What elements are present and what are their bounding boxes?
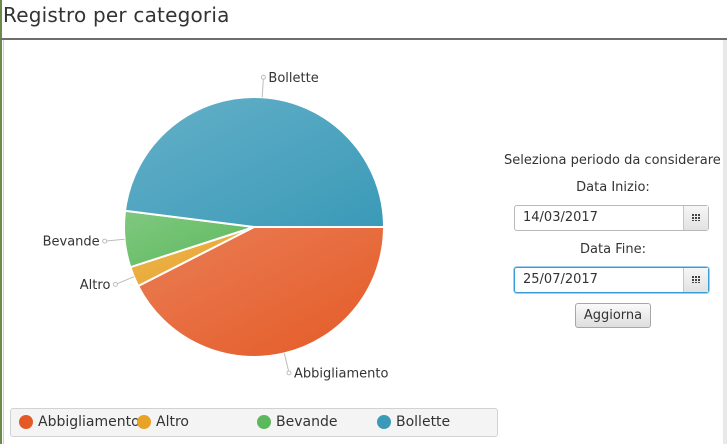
legend-item-altro: Altro [137,414,189,430]
pie-label-bollette: Bollette [268,71,318,86]
end-date-label: Data Fine: [580,242,646,257]
legend-item-bollette: Bollette [377,414,450,430]
legend-swatch-bevande [257,415,271,429]
pie-leader-line-bollette [261,77,264,98]
start-date-calendar-button[interactable] [683,206,708,230]
pie-slice-bollette [123,96,386,228]
pie-label-bevande: Bevande [43,235,100,250]
end-date-picker[interactable] [514,267,709,293]
calendar-icon [691,276,701,284]
pie-leader-line-abbigliamento [283,353,290,373]
pie-leader-line-altro [115,276,135,285]
legend-label-altro: Altro [156,414,189,430]
legend-swatch-bollette [377,415,391,429]
update-button[interactable]: Aggiorna [575,303,651,328]
legend-item-bevande: Bevande [257,414,337,430]
period-heading: Seleziona periodo da considerare [504,153,721,168]
legend-item-abbigliamento: Abbigliamento [19,414,140,430]
legend-swatch-abbigliamento [19,415,33,429]
pie-leader-dot-abbigliamento [286,370,292,376]
legend-label-abbigliamento: Abbigliamento [38,414,140,430]
pie-leader-dot-altro [112,281,118,287]
pie-label-abbigliamento: Abbigliamento [294,366,388,381]
start-date-input[interactable] [515,206,685,230]
start-date-picker[interactable] [514,205,709,231]
pie-leader-line-bevande [104,238,125,242]
legend-label-bollette: Bollette [396,414,451,430]
pie-label-altro: Altro [80,278,111,293]
calendar-icon [691,214,701,222]
legend-swatch-altro [137,415,151,429]
start-date-label: Data Inizio: [576,180,650,195]
pie-leader-dot-bevande [102,238,108,244]
end-date-calendar-button[interactable] [683,268,708,292]
chart-legend: Abbigliamento Altro Bevande Bollette [10,408,498,437]
end-date-input[interactable] [515,268,685,292]
pie-leader-dot-bollette [260,74,266,80]
legend-label-bevande: Bevande [276,414,338,430]
